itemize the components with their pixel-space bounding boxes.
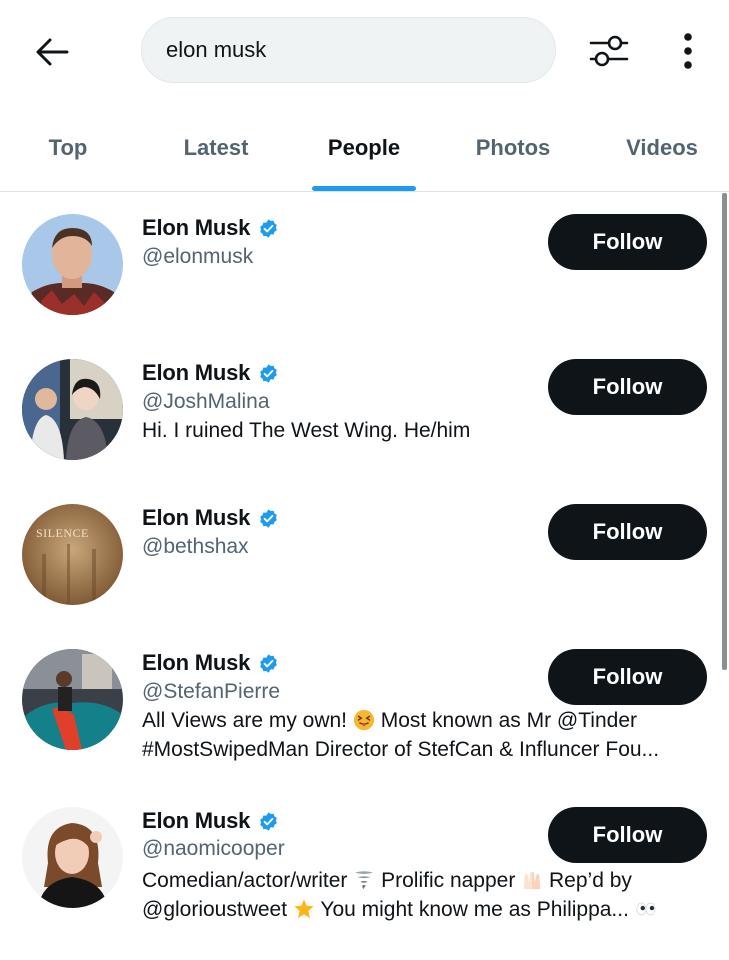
raised-hands-emoji-icon <box>523 871 541 890</box>
bio-text: Prolific napper <box>381 869 516 892</box>
follow-button[interactable]: Follow <box>548 504 707 560</box>
user-name-line: Elon Musk <box>142 808 279 834</box>
verified-badge-icon <box>260 653 278 673</box>
tab-top[interactable]: Top <box>18 104 118 191</box>
top-bar <box>0 0 729 104</box>
avatar[interactable] <box>22 214 123 315</box>
user-display-name: Elon Musk <box>142 505 251 530</box>
tab-videos[interactable]: Videos <box>612 104 712 191</box>
user-result[interactable]: Elon Musk @elonmusk Follow <box>0 193 729 338</box>
avatar[interactable]: SILENCE <box>22 504 123 605</box>
bio-text: Most known as Mr @Tinder <box>380 709 637 732</box>
user-name-line: Elon Musk <box>142 360 279 386</box>
user-bio: All Views are my own! Most known as Mr @… <box>142 706 702 764</box>
bio-text: Comedian/actor/writer <box>142 869 348 892</box>
active-tab-indicator <box>312 186 416 191</box>
user-bio: Comedian/actor/writer Prolific napper Re… <box>142 866 702 924</box>
tornado-emoji-icon <box>355 871 374 890</box>
search-input[interactable] <box>164 36 555 64</box>
avatar[interactable] <box>22 807 123 908</box>
back-button[interactable] <box>30 30 74 74</box>
more-options-button[interactable] <box>668 28 708 74</box>
user-name-line: Elon Musk <box>142 505 279 531</box>
user-result[interactable]: Elon Musk @JoshMalina Hi. I ruined The W… <box>0 338 729 483</box>
verified-badge-icon <box>260 363 278 383</box>
user-bio: Hi. I ruined The West Wing. He/him <box>142 419 471 442</box>
bio-text: #MostSwipedMan Director of StefCan & Inf… <box>142 738 660 761</box>
vertical-ellipsis-icon <box>684 33 692 69</box>
user-display-name: Elon Musk <box>142 215 251 240</box>
user-name-line: Elon Musk <box>142 215 279 241</box>
bio-text: All Views are my own! <box>142 709 348 732</box>
star-emoji-icon <box>294 899 314 918</box>
arrow-left-icon <box>36 38 69 66</box>
user-handle: @elonmusk <box>142 245 254 268</box>
tab-people[interactable]: People <box>314 104 414 191</box>
tab-photos[interactable]: Photos <box>463 104 563 191</box>
user-display-name: Elon Musk <box>142 808 251 833</box>
follow-button[interactable]: Follow <box>548 649 707 705</box>
user-display-name: Elon Musk <box>142 360 251 385</box>
verified-badge-icon <box>260 218 278 238</box>
user-handle: @StefanPierre <box>142 680 281 703</box>
user-result[interactable]: SILENCE Elon Musk @bethshax Follow <box>0 483 729 628</box>
user-name-line: Elon Musk <box>142 650 279 676</box>
user-handle: @bethshax <box>142 535 249 558</box>
search-box[interactable] <box>141 17 556 83</box>
verified-badge-icon <box>260 508 278 528</box>
user-handle: @naomicooper <box>142 837 285 860</box>
follow-button[interactable]: Follow <box>548 807 707 863</box>
verified-badge-icon <box>260 811 278 831</box>
tab-latest[interactable]: Latest <box>166 104 266 191</box>
avatar-text: SILENCE <box>36 526 89 540</box>
sliders-icon <box>589 35 629 67</box>
follow-button[interactable]: Follow <box>548 359 707 415</box>
avatar[interactable] <box>22 649 123 750</box>
follow-button[interactable]: Follow <box>548 214 707 270</box>
tongue-out-emoji-icon <box>353 709 374 731</box>
bio-text: @glorioustweet <box>142 898 288 921</box>
search-filter-button[interactable] <box>584 28 634 74</box>
user-result[interactable]: Elon Musk @naomicooper Comedian/actor/wr… <box>0 788 729 960</box>
user-display-name: Elon Musk <box>142 650 251 675</box>
avatar[interactable] <box>22 359 123 460</box>
user-handle: @JoshMalina <box>142 390 270 413</box>
bio-text: You might know me as Philippa... <box>320 898 629 921</box>
bio-text: Rep’d by <box>549 869 632 892</box>
user-result[interactable]: Elon Musk @StefanPierre All Views are my… <box>0 628 729 788</box>
search-tabs: Top Latest People Photos Videos <box>0 104 729 192</box>
eyes-emoji-icon <box>636 902 656 916</box>
